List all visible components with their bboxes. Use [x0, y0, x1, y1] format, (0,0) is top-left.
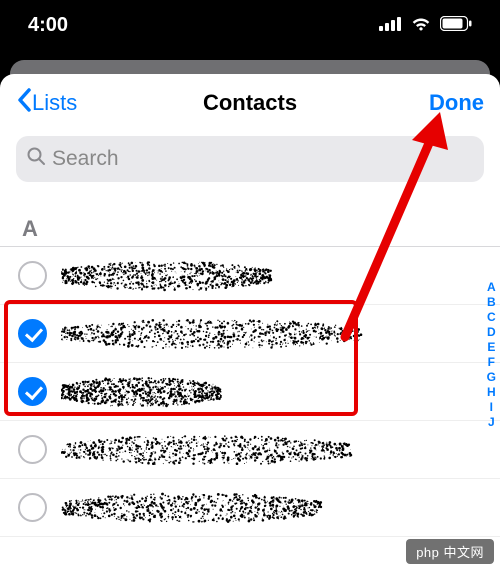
contact-name-redacted: [61, 376, 482, 408]
contact-name-redacted: [61, 260, 482, 292]
status-time: 4:00: [28, 14, 68, 37]
phone-frame: 4:00 Lists Contacts Done: [0, 0, 500, 572]
alphabet-index[interactable]: ABCDEFGHIJ: [487, 280, 496, 429]
cellular-icon: [379, 14, 402, 37]
index-letter[interactable]: A: [487, 280, 496, 294]
checkbox-checked-icon[interactable]: [18, 377, 47, 406]
contact-name-redacted: [61, 318, 482, 350]
contact-row[interactable]: [0, 305, 500, 363]
contact-name-redacted: [61, 492, 482, 524]
section-header: A: [0, 194, 500, 247]
search-icon: [26, 146, 46, 172]
done-button[interactable]: Done: [429, 90, 484, 116]
index-letter[interactable]: J: [487, 415, 496, 429]
search-container: Search: [0, 132, 500, 194]
index-letter[interactable]: D: [487, 325, 496, 339]
index-letter[interactable]: G: [487, 370, 496, 384]
nav-bar: Lists Contacts Done: [0, 74, 500, 132]
index-letter[interactable]: C: [487, 310, 496, 324]
search-placeholder: Search: [52, 147, 119, 171]
contact-list[interactable]: [0, 247, 500, 537]
checkbox-checked-icon[interactable]: [18, 319, 47, 348]
index-letter[interactable]: B: [487, 295, 496, 309]
battery-icon: [440, 14, 472, 37]
status-bar: 4:00: [0, 0, 500, 50]
status-indicators: [379, 14, 472, 37]
checkbox-unchecked-icon[interactable]: [18, 435, 47, 464]
index-letter[interactable]: E: [487, 340, 496, 354]
index-letter[interactable]: F: [487, 355, 496, 369]
contact-row[interactable]: [0, 247, 500, 305]
contact-row[interactable]: [0, 421, 500, 479]
chevron-left-icon: [16, 88, 32, 118]
contact-row[interactable]: [0, 363, 500, 421]
index-letter[interactable]: H: [487, 385, 496, 399]
back-label: Lists: [32, 90, 77, 116]
search-input[interactable]: Search: [16, 136, 484, 182]
checkbox-unchecked-icon[interactable]: [18, 261, 47, 290]
back-button[interactable]: Lists: [16, 88, 77, 118]
contact-name-redacted: [61, 434, 482, 466]
index-letter[interactable]: I: [487, 400, 496, 414]
watermark: php 中文网: [406, 539, 494, 564]
contact-row[interactable]: [0, 479, 500, 537]
checkbox-unchecked-icon[interactable]: [18, 493, 47, 522]
contacts-sheet: Lists Contacts Done Search A: [0, 74, 500, 572]
wifi-icon: [410, 14, 432, 37]
